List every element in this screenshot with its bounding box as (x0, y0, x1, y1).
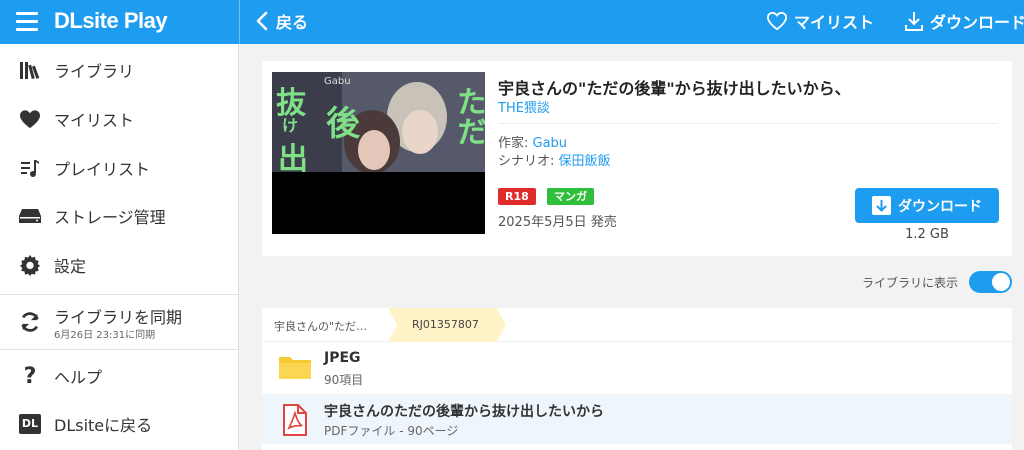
heart-icon (18, 107, 42, 131)
breadcrumb: 宇良さんの"ただ… RJ01357807 (262, 308, 1012, 342)
gear-icon (18, 253, 42, 277)
file-name: JPEG (324, 350, 361, 366)
breadcrumb-current-label: RJ01357807 (412, 318, 479, 331)
release-date: 2025年5月5日 発売 (498, 215, 617, 230)
sidebar-item-label: DLsiteに戻る (54, 416, 153, 435)
genre-badge: マンガ (547, 188, 594, 205)
mylist-label: マイリスト (794, 13, 875, 32)
chevron-left-icon (256, 11, 268, 31)
sidebar-divider (0, 349, 239, 350)
scenario-link[interactable]: 保田飯飯 (559, 154, 611, 169)
toggle-knob (992, 273, 1010, 291)
cover-title-char: 後 (326, 104, 360, 144)
topbar-divider (239, 0, 240, 44)
playlist-icon (18, 156, 42, 180)
dlsite-icon: DL (18, 412, 42, 436)
sidebar-item-settings[interactable]: 設定 (0, 241, 239, 289)
circle-link[interactable]: THE猥談 (498, 97, 550, 116)
download-icon (872, 196, 891, 215)
sidebar-item-label: ストレージ管理 (54, 208, 166, 227)
pdf-icon (278, 404, 312, 436)
card-divider (498, 123, 998, 124)
censor-bar (272, 172, 485, 234)
list-item-folder[interactable]: JPEG 90項目 (262, 343, 1012, 393)
cover-author: Gabu (324, 76, 351, 87)
r18-badge: R18 (498, 188, 536, 205)
cover-image[interactable]: 抜 け 出 後 ただ Gabu (272, 72, 485, 234)
sidebar-item-library[interactable]: ライブラリ (0, 46, 239, 94)
last-sync-time: 6月26日 23:31に同期 (54, 330, 156, 341)
sidebar-item-label: ライブラリ (54, 62, 135, 81)
download-button[interactable]: ダウンロード (855, 188, 999, 223)
download-icon (905, 12, 923, 31)
hamburger-menu-icon[interactable] (16, 12, 38, 32)
app-logo: DLsite Play (54, 8, 168, 33)
sidebar-item-playlist[interactable]: プレイリスト (0, 144, 239, 192)
sidebar-item-help[interactable]: ? ヘルプ (0, 352, 239, 400)
sidebar-item-label: ヘルプ (54, 368, 103, 387)
scenario-label: シナリオ: (498, 154, 559, 169)
library-toggle[interactable] (969, 271, 1012, 293)
sidebar: ライブラリ マイリスト プレイリスト ストレージ管理 設定 ライブラリを同期 6… (0, 44, 239, 450)
storage-icon (18, 204, 42, 228)
work-title: 宇良さんの"ただの後輩"から抜け出したいから、 (498, 79, 851, 98)
sidebar-item-back-to-dlsite[interactable]: DL DLsiteに戻る (0, 400, 239, 448)
breadcrumb-parent[interactable]: 宇良さんの"ただ… (274, 318, 367, 334)
sidebar-item-sync[interactable]: ライブラリを同期 6月26日 23:31に同期 (0, 295, 239, 348)
author-row: 作家: Gabu (498, 132, 567, 151)
download-button-label: ダウンロード (898, 198, 982, 215)
sidebar-item-label: ライブラリを同期 (54, 308, 183, 327)
file-info: PDFファイル - 90ページ (324, 424, 459, 438)
back-label: 戻る (276, 13, 309, 32)
cover-title-char: け (282, 116, 299, 135)
download-all-button[interactable]: ダウンロード (904, 9, 1024, 33)
sync-icon (18, 310, 42, 334)
back-button[interactable]: 戻る (256, 9, 308, 33)
author-label: 作家: (498, 136, 533, 151)
folder-icon (278, 353, 312, 383)
library-toggle-label: ライブラリに表示 (862, 276, 959, 290)
file-size: 1.2 GB (905, 227, 949, 242)
breadcrumb-current: RJ01357807 (388, 308, 506, 342)
sidebar-item-storage[interactable]: ストレージ管理 (0, 192, 239, 240)
sidebar-item-label: マイリスト (54, 111, 135, 130)
heart-outline-icon (766, 11, 788, 31)
scenario-row: シナリオ: 保田飯飯 (498, 150, 611, 169)
file-info: 90項目 (324, 373, 364, 387)
file-name: 宇良さんのただの後輩から抜け出したいから (324, 404, 604, 420)
library-icon (18, 58, 42, 82)
work-detail-card: 抜 け 出 後 ただ Gabu 宇良さんの"ただの後輩"から抜け出したいから、 … (262, 61, 1012, 256)
cover-title-char: ただ (451, 86, 485, 146)
sidebar-item-label: 設定 (54, 257, 87, 276)
mylist-button[interactable]: マイリスト (766, 9, 874, 33)
sidebar-item-mylist[interactable]: マイリスト (0, 95, 239, 143)
top-bar: DLsite Play 戻る マイリスト ダウンロード (0, 0, 1024, 44)
list-item-pdf[interactable]: 宇良さんのただの後輩から抜け出したいから PDFファイル - 90ページ (262, 394, 1012, 444)
help-icon: ? (23, 363, 37, 389)
download-label: ダウンロード (930, 13, 1024, 32)
file-list: 宇良さんの"ただ… RJ01357807 JPEG 90項目 宇良さんのただの後… (262, 308, 1012, 450)
author-link[interactable]: Gabu (533, 136, 568, 151)
sidebar-item-label: プレイリスト (54, 160, 151, 179)
